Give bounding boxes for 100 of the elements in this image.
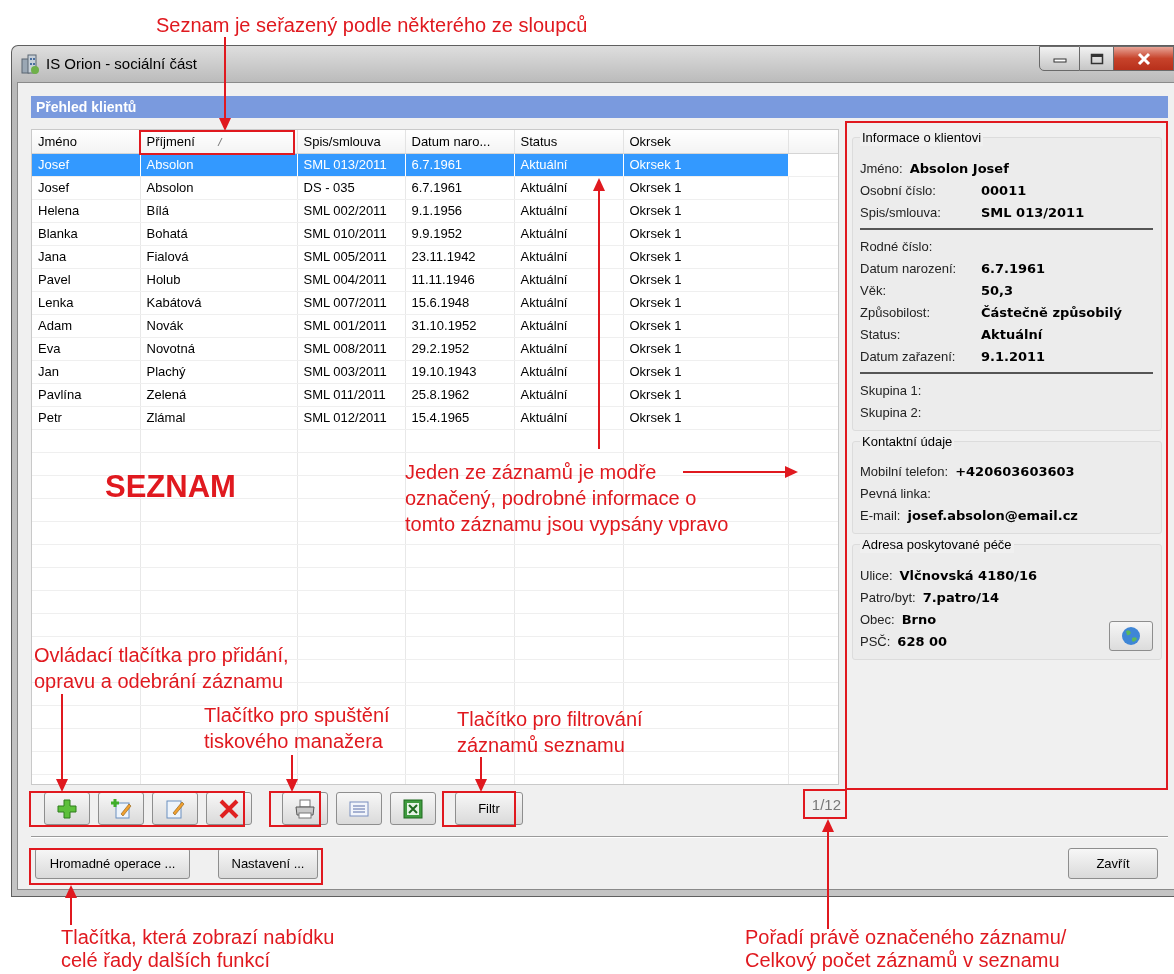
add-edit-button[interactable] xyxy=(98,792,144,825)
minimize-button[interactable] xyxy=(1039,46,1080,71)
annotation-heading: SEZNAM xyxy=(105,470,236,504)
field-label: Skupina 2: xyxy=(860,403,923,422)
settings-button[interactable]: Nastavení ... xyxy=(218,848,318,879)
table-cell: 25.8.1962 xyxy=(405,383,514,406)
table-cell: Josef xyxy=(32,176,140,199)
table-cell: Aktuální xyxy=(514,268,623,291)
table-cell: Aktuální xyxy=(514,314,623,337)
table-cell: 15.6.1948 xyxy=(405,291,514,314)
table-cell: Okrsek 1 xyxy=(623,222,788,245)
document-plus-icon xyxy=(110,797,132,820)
table-cell: Adam xyxy=(32,314,140,337)
table-cell: Lenka xyxy=(32,291,140,314)
field-value: 00011 xyxy=(981,181,1027,200)
table-cell: Blanka xyxy=(32,222,140,245)
field-value: 50,3 xyxy=(981,281,1014,300)
table-cell: 9.9.1952 xyxy=(405,222,514,245)
table-cell: Aktuální xyxy=(514,360,623,383)
field-label: Pevná linka: xyxy=(860,485,931,504)
table-cell: SML 005/2011 xyxy=(297,245,405,268)
group-title: Informace o klientovi xyxy=(860,130,984,146)
table-cell: Novák xyxy=(140,314,297,337)
close-button[interactable] xyxy=(1114,46,1174,71)
table-cell: 6.7.1961 xyxy=(405,176,514,199)
close-dialog-button[interactable]: Zavřít xyxy=(1068,848,1158,879)
map-button[interactable] xyxy=(1109,620,1153,651)
field-value: Absolon Josef xyxy=(909,159,1009,178)
table-cell: SML 012/2011 xyxy=(297,406,405,429)
table-cell: Aktuální xyxy=(514,383,623,406)
arrow xyxy=(65,885,77,926)
table-cell: 23.11.1942 xyxy=(405,245,514,268)
field-value: Vlčnovská 4180/16 xyxy=(899,566,1038,585)
annotation-text: Ovládací tlačítka pro přidání, opravu a odebrání záznamu xyxy=(34,643,289,694)
table-cell: SML 003/2011 xyxy=(297,360,405,383)
table-cell: 31.10.1952 xyxy=(405,314,514,337)
table-row[interactable]: Blanka Bohatá SML 010/2011 9.9.1952 Aktuální Okrsek 1 xyxy=(32,222,838,245)
add-button[interactable] xyxy=(44,792,90,825)
field-label: Rodné číslo: xyxy=(860,237,934,256)
x-icon xyxy=(218,797,240,820)
export-button[interactable] xyxy=(390,792,436,825)
column-header[interactable]: Spis/smlouva xyxy=(297,130,405,153)
list-button[interactable] xyxy=(336,792,382,825)
field-value: 7.patro/14 xyxy=(922,588,1000,607)
field-label: Osobní číslo: xyxy=(860,181,937,200)
table-cell: Okrsek 1 xyxy=(623,153,788,176)
table-cell: Holub xyxy=(140,268,297,291)
table-cell: SML 007/2011 xyxy=(297,291,405,314)
table-row[interactable]: Josef Absolon DS - 035 6.7.1961 Aktuální Okrsek 1 xyxy=(32,176,838,199)
maximize-icon xyxy=(1089,52,1104,65)
filter-button[interactable]: Filtr xyxy=(455,792,523,825)
edit-button[interactable] xyxy=(152,792,198,825)
record-counter: 1/12 xyxy=(811,796,841,814)
table-cell: Bohatá xyxy=(140,222,297,245)
table-cell: SML 013/2011 xyxy=(297,153,405,176)
pencil-document-icon xyxy=(164,797,186,820)
field-label: Mobilní telefon: xyxy=(860,463,949,482)
annotation-text: Pořadí právě označeného záznamu/ Celkový počet záznamů v seznamu xyxy=(745,926,1067,972)
table-row[interactable]: Pavel Holub SML 004/2011 11.11.1946 Aktuální Okrsek 1 xyxy=(32,268,838,291)
column-header[interactable]: Datum naro... xyxy=(405,130,514,153)
table-row[interactable]: Pavlína Zelená SML 011/2011 25.8.1962 Aktuální Okrsek 1 xyxy=(32,383,838,406)
plus-icon xyxy=(56,797,78,820)
field-label: PSČ: xyxy=(860,632,891,651)
arrow xyxy=(475,756,487,792)
field-label: Jméno: xyxy=(860,159,903,178)
field-label: Věk: xyxy=(860,281,887,300)
window-title: IS Orion - sociální část xyxy=(46,53,197,74)
table-row[interactable]: Helena Bílá SML 002/2011 9.1.1956 Aktuální Okrsek 1 xyxy=(32,199,838,222)
table-cell: DS - 035 xyxy=(297,176,405,199)
table-cell: Aktuální xyxy=(514,337,623,360)
table-row[interactable]: Jan Plachý SML 003/2011 19.10.1943 Aktuální Okrsek 1 xyxy=(32,360,838,383)
print-button[interactable] xyxy=(282,792,328,825)
printer-icon xyxy=(294,797,316,820)
table-row[interactable]: Petr Zlámal SML 012/2011 15.4.1965 Aktuální Okrsek 1 xyxy=(32,406,838,429)
table-cell: 19.10.1943 xyxy=(405,360,514,383)
table-cell: Okrsek 1 xyxy=(623,199,788,222)
table-cell: SML 011/2011 xyxy=(297,383,405,406)
field-value: 6.7.1961 xyxy=(981,259,1046,278)
table-cell: 9.1.1956 xyxy=(405,199,514,222)
table-row[interactable]: Lenka Kabátová SML 007/2011 15.6.1948 Aktuální Okrsek 1 xyxy=(32,291,838,314)
table-cell: SML 008/2011 xyxy=(297,337,405,360)
table-cell: Fialová xyxy=(140,245,297,268)
delete-button[interactable] xyxy=(206,792,252,825)
table-row[interactable]: Jana Fialová SML 005/2011 23.11.1942 Aktuální Okrsek 1 xyxy=(32,245,838,268)
table-cell: Pavel xyxy=(32,268,140,291)
field-value: +420603603603 xyxy=(955,463,1075,482)
maximize-button[interactable] xyxy=(1080,46,1114,71)
table-row[interactable]: Adam Novák SML 001/2011 31.10.1952 Aktuální Okrsek 1 xyxy=(32,314,838,337)
column-header[interactable]: Status xyxy=(514,130,623,153)
field-value: SML 013/2011 xyxy=(981,203,1085,222)
table-cell: Okrsek 1 xyxy=(623,291,788,314)
highlight-frame xyxy=(269,791,321,827)
table-cell: Aktuální xyxy=(514,245,623,268)
column-header[interactable]: Okrsek xyxy=(623,130,788,153)
table-cell: Jana xyxy=(32,245,140,268)
table-cell: Bílá xyxy=(140,199,297,222)
bulk-operations-button[interactable]: Hromadné operace ... xyxy=(35,848,190,879)
annotation-text: Tlačítka, která zobrazí nabídku celé řady dalších funkcí xyxy=(61,926,335,972)
table-row[interactable]: Eva Novotná SML 008/2011 29.2.1952 Aktuální Okrsek 1 xyxy=(32,337,838,360)
table-cell: Pavlína xyxy=(32,383,140,406)
